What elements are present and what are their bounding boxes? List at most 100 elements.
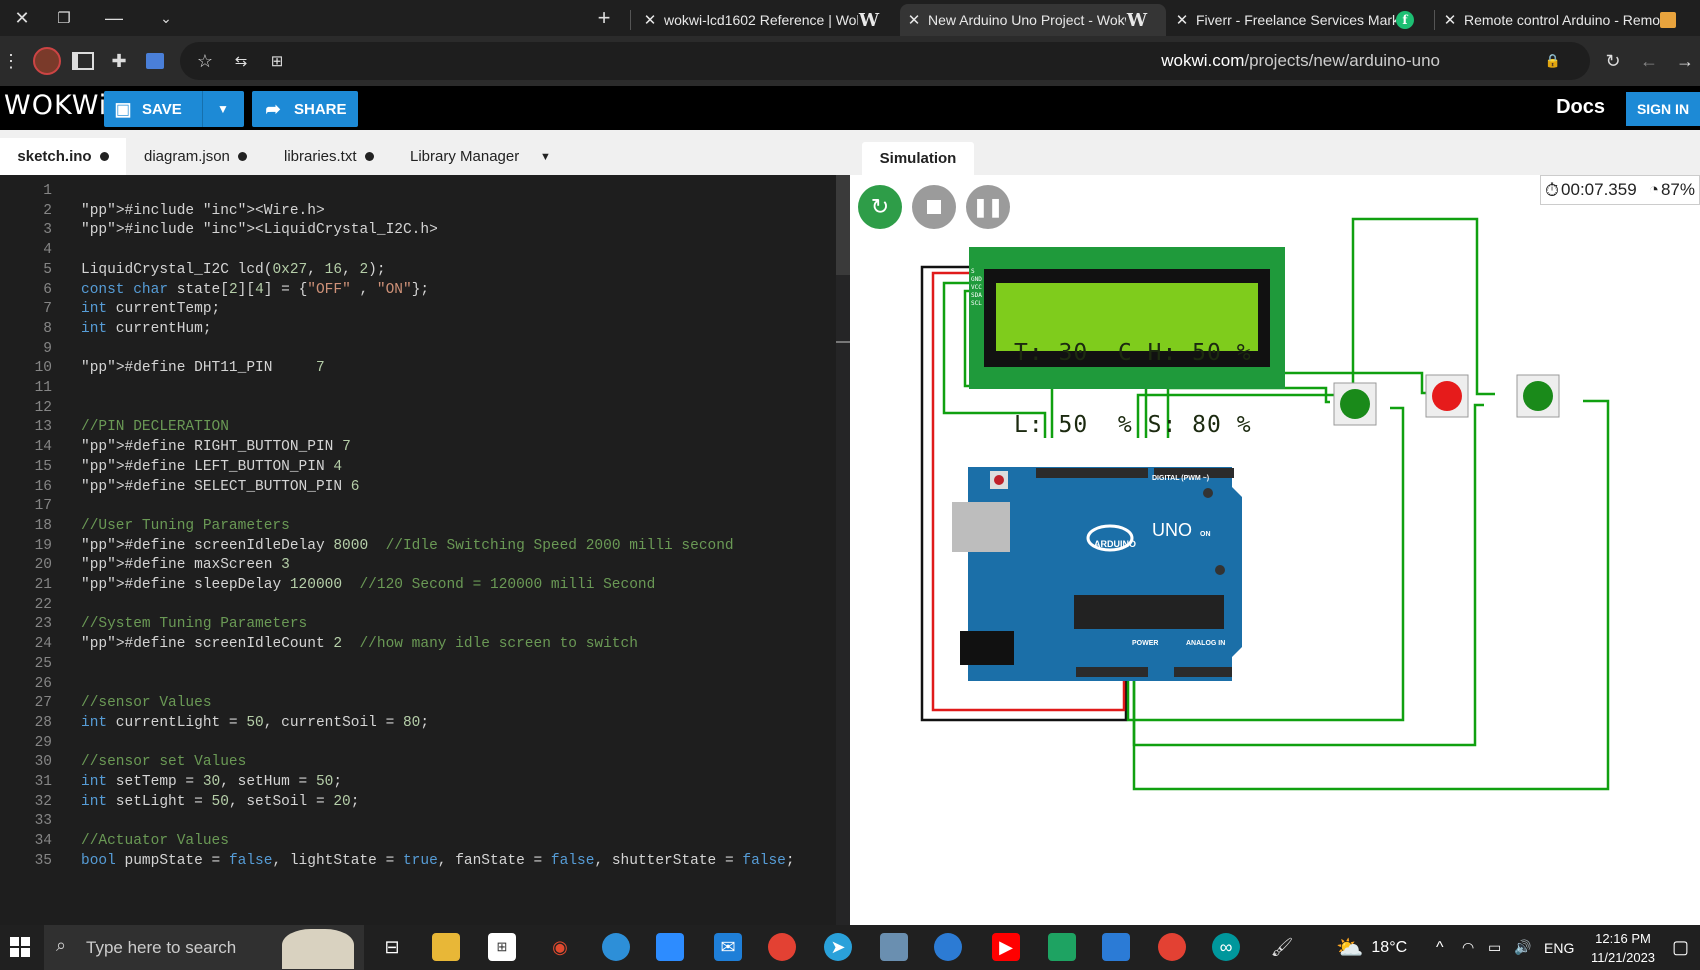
line-number: 31 [34,774,52,790]
code-line[interactable]: int currentTemp; [81,301,220,317]
telegram-icon[interactable]: ➤ [824,933,852,961]
sidebar-icon[interactable] [68,46,98,76]
microsoft-store-icon[interactable]: ⊞ [488,933,516,961]
close-tab-icon[interactable]: ✕ [900,11,928,29]
back-arrow-icon[interactable]: ← [1634,46,1664,76]
tab-search-chevron-icon[interactable]: ⌄ [144,0,188,36]
browser-tab[interactable]: ✕ wokwi-lcd1602 Reference | Wokwi W [636,4,898,36]
code-line[interactable]: //PIN DECLERATION [81,419,229,435]
language-indicator[interactable]: ENG [1544,925,1574,970]
code-line[interactable]: "pp">#define DHT11_PIN 7 [81,360,325,376]
chrome-active-icon[interactable] [1158,933,1186,961]
weather[interactable]: ⛅ 18°C [1336,925,1407,970]
code-line[interactable]: "pp">#define SELECT_BUTTON_PIN 6 [81,479,359,495]
tabs-dropdown-icon[interactable]: ▼ [540,138,551,175]
code-editor[interactable]: 1 2 "pp">#include "inc"><Wire.h> 3 "pp">#inc… [0,175,850,925]
mail-icon[interactable]: ✉ [714,933,742,961]
code-line[interactable]: int setTemp = 30, setHum = 50; [81,774,342,790]
chrome-icon[interactable] [768,933,796,961]
wokwi-logo[interactable]: WOKWi [4,90,107,121]
code-line[interactable]: int setLight = 50, setSoil = 20; [81,794,359,810]
tab-libraries-txt[interactable]: libraries.txt [284,138,374,175]
record-icon[interactable]: ◉ [546,933,574,961]
arduino-ide-icon[interactable]: ∞ [1212,933,1240,961]
code-line[interactable]: "pp">#define screenIdleDelay 8000 //Idle… [81,538,734,554]
code-line[interactable]: "pp">#include "inc"><Wire.h> [81,203,325,219]
power-label: POWER [1132,640,1159,647]
extensions-puzzle-icon[interactable]: ✚ [104,46,134,76]
close-tab-icon[interactable]: ✕ [1436,11,1464,29]
code-line[interactable]: int currentHum; [81,321,212,337]
tray-chevron-icon[interactable]: ^ [1436,925,1444,970]
close-tab-icon[interactable]: ✕ [1168,11,1196,29]
code-line[interactable]: "pp">#define RIGHT_BUTTON_PIN 7 [81,439,351,455]
install-app-icon[interactable]: ⊞ [262,46,292,76]
minimize-window-icon[interactable]: — [92,0,136,36]
code-line[interactable]: "pp">#define maxScreen 3 [81,557,290,573]
clock[interactable]: 12:16 PM 11/21/2023 [1580,925,1666,970]
windows-start-icon[interactable] [6,933,34,961]
classroom-icon[interactable] [1048,933,1076,961]
vscode-icon[interactable] [1102,933,1130,961]
reload-icon[interactable]: ↻ [1598,46,1628,76]
code-line[interactable]: "pp">#define sleepDelay 120000 //120 Sec… [81,577,655,593]
translate-icon[interactable] [140,46,170,76]
editor-scrollbar[interactable] [836,175,850,925]
code-line[interactable]: LiquidCrystal_I2C lcd(0x27, 16, 2); [81,262,386,278]
bookmark-star-icon[interactable]: ☆ [190,46,220,76]
close-window-icon[interactable]: ✕ [0,0,44,36]
share-page-icon[interactable]: ⇆ [226,46,256,76]
tab-diagram-json[interactable]: diagram.json [144,138,247,175]
code-line[interactable]: //sensor set Values [81,754,246,770]
code-line[interactable]: bool pumpState = false, lightState = tru… [81,853,795,869]
code-line[interactable]: //sensor Values [81,695,212,711]
chevron-down-icon[interactable]: ▼ [202,91,243,127]
editor-scrollbar-thumb[interactable] [836,175,850,275]
simulation-canvas[interactable]: ↻ ❚❚ ⏱ 00:07.359 ◔ 87% S GND VCC SDA SCL… [850,175,1700,925]
browser-tab-active[interactable]: ✕ New Arduino Uno Project - Wokwi W [900,4,1166,36]
restore-window-icon[interactable]: ❐ [42,0,86,36]
edge-icon[interactable] [602,933,630,961]
code-line[interactable]: //System Tuning Parameters [81,616,307,632]
task-view-icon[interactable]: ⊟ [378,933,406,961]
menu-dots-icon[interactable]: ⋮ [0,46,22,76]
code-line[interactable]: "pp">#define LEFT_BUTTON_PIN 4 [81,459,342,475]
close-tab-icon[interactable]: ✕ [636,11,664,29]
code-line[interactable]: //Actuator Values [81,833,229,849]
address-bar[interactable]: ☆ ⇆ ⊞ wokwi.com/projects/new/arduino-uno… [180,42,1590,80]
tab-simulation[interactable]: Simulation [862,142,974,175]
computer-icon[interactable] [880,933,908,961]
code-line[interactable]: "pp">#include "inc"><LiquidCrystal_I2C.h… [81,222,438,238]
code-line[interactable]: int currentLight = 50, currentSoil = 80; [81,715,429,731]
tab-library-manager[interactable]: Library Manager [410,138,519,175]
wifi-icon[interactable]: ◠ [1462,925,1474,970]
wokwi-header: WOKWi ▣ SAVE ▼ ➦ SHARE Docs SIGN IN [0,86,1700,130]
code-line[interactable]: //User Tuning Parameters [81,518,290,534]
docs-link[interactable]: Docs [1556,96,1605,119]
paint-icon[interactable]: 🖌 [1268,933,1296,961]
browser-tab[interactable]: ✕ Remote control Arduino - Remote [1436,4,1700,36]
url-text[interactable]: wokwi.com/projects/new/arduino-uno [1161,42,1440,80]
youtube-icon[interactable]: ▶ [992,933,1020,961]
code-line[interactable]: const char state[2][4] = {"OFF" , "ON"}; [81,282,429,298]
new-tab-plus-icon[interactable]: + [582,0,626,36]
profile-avatar[interactable] [32,46,62,76]
sign-in-button[interactable]: SIGN IN [1626,92,1700,126]
code-line[interactable]: "pp">#define screenIdleCount 2 //how man… [81,636,638,652]
digital-pins-label: DIGITAL (PWM ~) [1152,475,1210,482]
save-button[interactable]: ▣ SAVE ▼ [104,91,244,127]
share-button[interactable]: ➦ SHARE [252,91,358,127]
app-icon[interactable] [934,933,962,961]
volume-icon[interactable]: 🔊 [1514,925,1531,970]
line-number: 26 [34,675,52,692]
wokwi-w-icon: W [858,9,880,31]
lock-icon[interactable]: 🔒 [1538,46,1568,76]
forward-arrow-icon[interactable]: → [1670,46,1700,76]
browser-tab[interactable]: ✕ Fiverr - Freelance Services Marketplac… [1168,4,1430,36]
notification-icon[interactable]: ▢ [1672,925,1689,970]
taskbar-search[interactable]: ⌕ Type here to search [44,925,364,970]
file-explorer-icon[interactable] [432,933,460,961]
zoom-icon[interactable] [656,933,684,961]
battery-icon[interactable]: ▭ [1488,925,1501,970]
tab-sketch-ino[interactable]: sketch.ino [0,138,126,175]
